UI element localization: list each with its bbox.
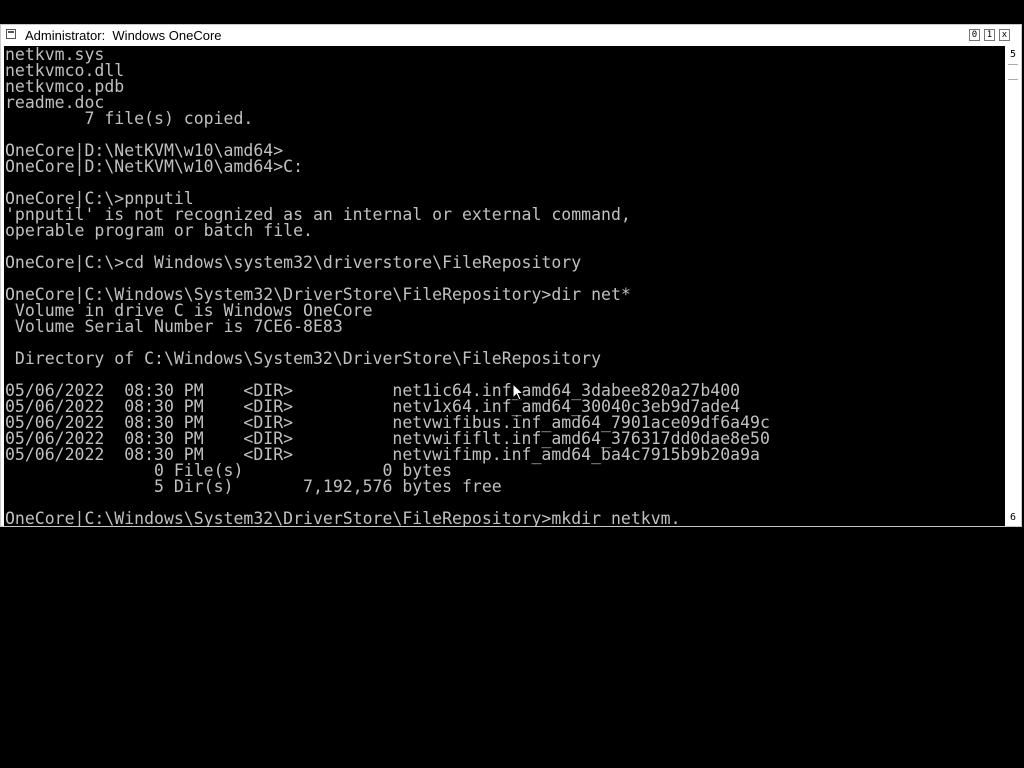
- console-line: Volume Serial Number is 7CE6-8E83: [5, 317, 343, 336]
- console-line: netkvmco.pdb: [5, 77, 125, 96]
- minimize-button[interactable]: 0: [969, 29, 980, 41]
- console-window-icon[interactable]: [6, 29, 16, 39]
- window-title: Administrator: Windows OneCore: [25, 28, 222, 43]
- console-line: OneCore|C:\>cd Windows\system32\driverst…: [5, 253, 582, 272]
- console-line: OneCore|D:\NetKVM\w10\amd64>C:: [5, 157, 304, 176]
- scroll-thumb[interactable]: [1008, 64, 1018, 80]
- mouse-pointer-icon: [512, 383, 524, 401]
- console-prompt-line[interactable]: OneCore|C:\Windows\System32\DriverStore\…: [5, 510, 770, 526]
- scroll-up-button[interactable]: 5: [1007, 49, 1019, 60]
- console-line: 5 Dir(s) 7,192,576 bytes free: [5, 477, 502, 496]
- maximize-button[interactable]: 1: [984, 29, 995, 41]
- console-lines: netkvm.sys netkvmco.dll netkvmco.pdb rea…: [5, 46, 770, 526]
- close-button[interactable]: x: [999, 29, 1010, 41]
- console-line: operable program or batch file.: [5, 221, 313, 240]
- scroll-down-button[interactable]: 6: [1007, 512, 1019, 523]
- console-window: Administrator: Windows OneCore 0 1 x net…: [0, 24, 1022, 527]
- console-line: Directory of C:\Windows\System32\DriverS…: [5, 349, 602, 368]
- title-bar[interactable]: Administrator: Windows OneCore 0 1 x: [1, 25, 1021, 46]
- console-output[interactable]: netkvm.sys netkvmco.dll netkvmco.pdb rea…: [4, 46, 1005, 526]
- vertical-scrollbar[interactable]: 5 6: [1005, 46, 1021, 526]
- console-line: 7 file(s) copied.: [5, 109, 254, 128]
